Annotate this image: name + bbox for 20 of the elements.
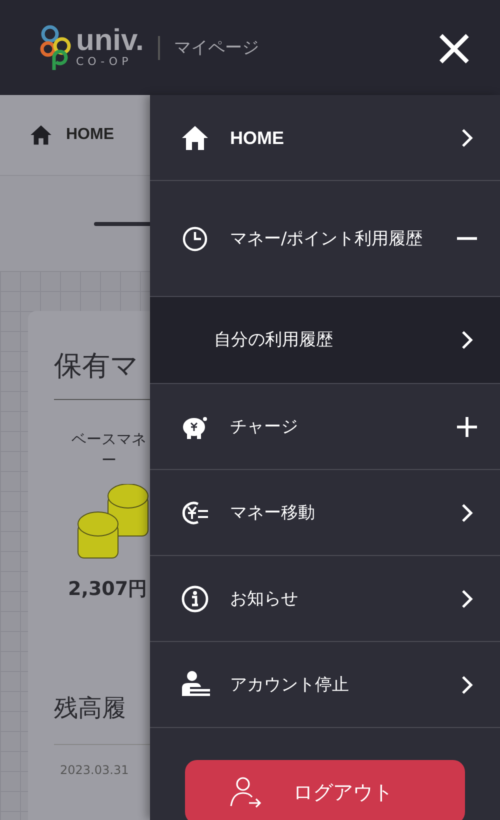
breadcrumb-link[interactable]: HOME [66, 126, 114, 144]
close-button[interactable]: × [432, 24, 476, 70]
menu-item[interactable]: アカウント停止 [150, 642, 500, 728]
logo-text: univ. [76, 27, 144, 55]
menu-item[interactable]: HOME [150, 95, 500, 181]
home-icon [28, 123, 54, 147]
logo-icon [38, 24, 72, 72]
money-label: ー [100, 451, 118, 470]
history-date: 2023.03.31 [60, 763, 130, 777]
menu-item[interactable]: お知らせ [150, 556, 500, 642]
money-label: ベースマネ [70, 430, 148, 449]
menu-item[interactable]: チャージ [150, 384, 500, 470]
amount: 2,307円 [68, 577, 148, 602]
logout-button[interactable]: ログアウト [185, 760, 465, 820]
info-icon [180, 584, 210, 614]
logo-subtext: CO-OP [76, 55, 134, 68]
page-title: マイページ [174, 37, 260, 59]
menu-item[interactable]: マネー移動 [150, 470, 500, 556]
logout-icon [229, 776, 263, 808]
submenu-item[interactable]: 自分の利用履歴 [150, 297, 500, 384]
